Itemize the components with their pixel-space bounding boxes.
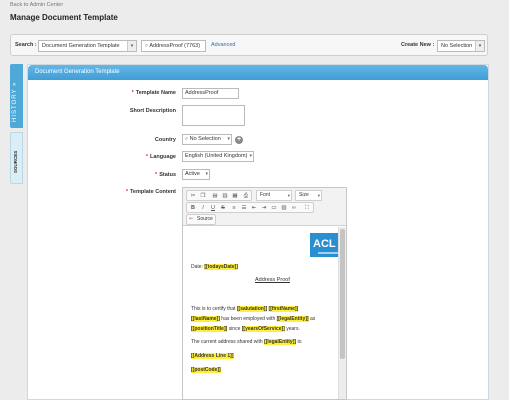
history-tab-label: HISTORY » — [12, 81, 18, 122]
scrollbar-thumb[interactable] — [340, 229, 345, 359]
font-select-label: Font — [260, 192, 271, 198]
template-content-editor[interactable]: ✂ ❐ ▤ ▥ ▦ ⎙ Font ▾ Size ▾ B I U S ≡ ☰ ⇤ … — [182, 187, 347, 400]
bold-button[interactable]: B — [189, 204, 197, 212]
placeholder-post-code: [[postCode]] — [191, 367, 221, 373]
paste-text-icon[interactable]: ▥ — [221, 192, 229, 200]
source-icon: ⇐ — [189, 216, 194, 222]
placeholder-position-title: [[positionTitle]] — [191, 326, 228, 332]
image-icon[interactable]: ▨ — [280, 204, 288, 212]
cut-icon[interactable]: ✂ — [189, 192, 197, 200]
company-logo: ACL — [310, 233, 338, 257]
placeholder-todays-date: [[todaysDate]] — [204, 264, 238, 270]
template-name-label: * Template Name — [131, 90, 176, 96]
placeholder-legal-entity: [[legalEntity]] — [276, 316, 309, 322]
chevron-down-icon: ▾ — [287, 193, 290, 198]
create-new-select[interactable]: No Selection ▾ — [437, 40, 485, 52]
paste-word-icon[interactable]: ▦ — [231, 192, 239, 200]
chevron-down-icon: ▾ — [475, 41, 484, 51]
font-select[interactable]: Font ▾ — [256, 190, 292, 201]
country-value: No Selection — [189, 136, 221, 142]
toolbar-group-format: B I U S ≡ ☰ ⇤ ⇥ ▭ ▨ ∞ ⛶ — [186, 202, 314, 213]
placeholder-salutation: [[salutation]] — [236, 306, 268, 312]
paste-icon[interactable]: ▤ — [211, 192, 219, 200]
underline-button[interactable]: U — [209, 204, 217, 212]
status-label: * Status — [155, 172, 176, 178]
size-select-label: Size — [299, 192, 309, 198]
placeholder-legal-entity-2: [[legalEntity]] — [264, 339, 297, 345]
chevron-down-icon: ▾ — [227, 136, 230, 142]
chevron-up-icon: » — [12, 81, 18, 86]
paragraph-1-line-1: This is to certify that [[salutation]] [… — [191, 306, 299, 312]
indent-icon[interactable]: ⇥ — [260, 204, 268, 212]
editor-toolbar: ✂ ❐ ▤ ▥ ▦ ⎙ Font ▾ Size ▾ B I U S ≡ ☰ ⇤ … — [183, 188, 346, 226]
chevron-down-icon: ▾ — [205, 171, 208, 177]
create-new-label: Create New : — [401, 42, 435, 48]
language-label: * Language — [145, 154, 176, 160]
post-code-line: [[postCode]] — [191, 367, 221, 373]
paragraph-2: The current address shared with [[legalE… — [191, 339, 303, 345]
paragraph-1-line-3: [[positionTitle]] since [[yearsOfService… — [191, 326, 300, 332]
page-title: Manage Document Template — [10, 13, 118, 22]
paragraph-1-line-2: [[lastName]] has been employed with [[le… — [191, 316, 316, 322]
maximize-icon[interactable]: ⛶ — [303, 204, 311, 212]
placeholder-last-name: [[lastName]] — [191, 316, 220, 322]
template-content-label: * Template Content — [125, 189, 176, 195]
bulleted-list-icon[interactable]: ☰ — [240, 204, 248, 212]
sources-tab[interactable]: SOURCES — [10, 132, 23, 184]
status-select[interactable]: Active ▾ — [182, 169, 210, 180]
search-type-select[interactable]: Document Generation Template ▾ — [38, 40, 137, 52]
placeholder-first-name: [[firstName]] — [268, 306, 299, 312]
chevron-down-icon: ▾ — [249, 153, 252, 159]
search-type-value: Document Generation Template — [42, 43, 120, 49]
source-button[interactable]: ⇐ Source — [186, 214, 216, 225]
chevron-down-icon: ▾ — [127, 41, 136, 51]
short-description-textarea[interactable] — [182, 105, 245, 126]
document-title: Address Proof — [255, 277, 290, 283]
language-value: English (United Kingdom) — [185, 153, 248, 159]
search-label: Search : — [15, 42, 37, 48]
template-name-input[interactable]: AddressProof — [182, 88, 239, 99]
copy-icon[interactable]: ❐ — [199, 192, 207, 200]
editor-document-area[interactable]: ACL Date: [[todaysDate]] Address Proof T… — [183, 227, 338, 399]
back-to-admin-center-link[interactable]: Back to Admin Center — [10, 2, 63, 8]
size-select[interactable]: Size ▾ — [295, 190, 322, 201]
country-label: Country — [154, 137, 176, 143]
language-select[interactable]: English (United Kingdom) ▾ — [182, 151, 254, 162]
search-bar: Search : Document Generation Template ▾ … — [10, 34, 488, 56]
italic-button[interactable]: I — [199, 204, 207, 212]
numbered-list-icon[interactable]: ≡ — [230, 204, 238, 212]
placeholder-address-line-1: [[Address Line 1]] — [191, 353, 234, 359]
link-icon[interactable]: ∞ — [290, 204, 298, 212]
outdent-icon[interactable]: ⇤ — [250, 204, 258, 212]
sources-tab-label: SOURCES — [13, 150, 18, 173]
align-icon[interactable]: ▭ — [270, 204, 278, 212]
placeholder-years-of-service: [[yearsOfService]] — [241, 326, 285, 332]
history-tab[interactable]: HISTORY » — [10, 64, 23, 128]
status-value: Active — [185, 171, 200, 177]
add-country-icon[interactable]: + — [235, 136, 243, 144]
chevron-down-icon: ▾ — [317, 193, 320, 198]
strikethrough-button[interactable]: S — [219, 204, 227, 212]
search-query-value: AddressProof (7763) — [149, 43, 201, 49]
search-query-input[interactable]: ⌕ AddressProof (7763) — [141, 40, 206, 52]
create-new-value: No Selection — [441, 43, 473, 49]
advanced-search-link[interactable]: Advanced — [211, 42, 235, 48]
short-description-label: Short Description — [129, 108, 176, 114]
date-line: Date: [[todaysDate]] — [191, 264, 238, 270]
panel-title: Document Generation Template — [28, 65, 488, 80]
print-icon[interactable]: ⎙ — [242, 192, 250, 200]
source-label: Source — [197, 216, 213, 222]
country-select[interactable]: ⌕ No Selection ▾ — [182, 134, 232, 145]
toolbar-group-clipboard: ✂ ❐ ▤ ▥ ▦ ⎙ — [186, 190, 252, 201]
editor-scrollbar[interactable] — [338, 227, 346, 399]
address-line-1: [[Address Line 1]] — [191, 353, 234, 359]
